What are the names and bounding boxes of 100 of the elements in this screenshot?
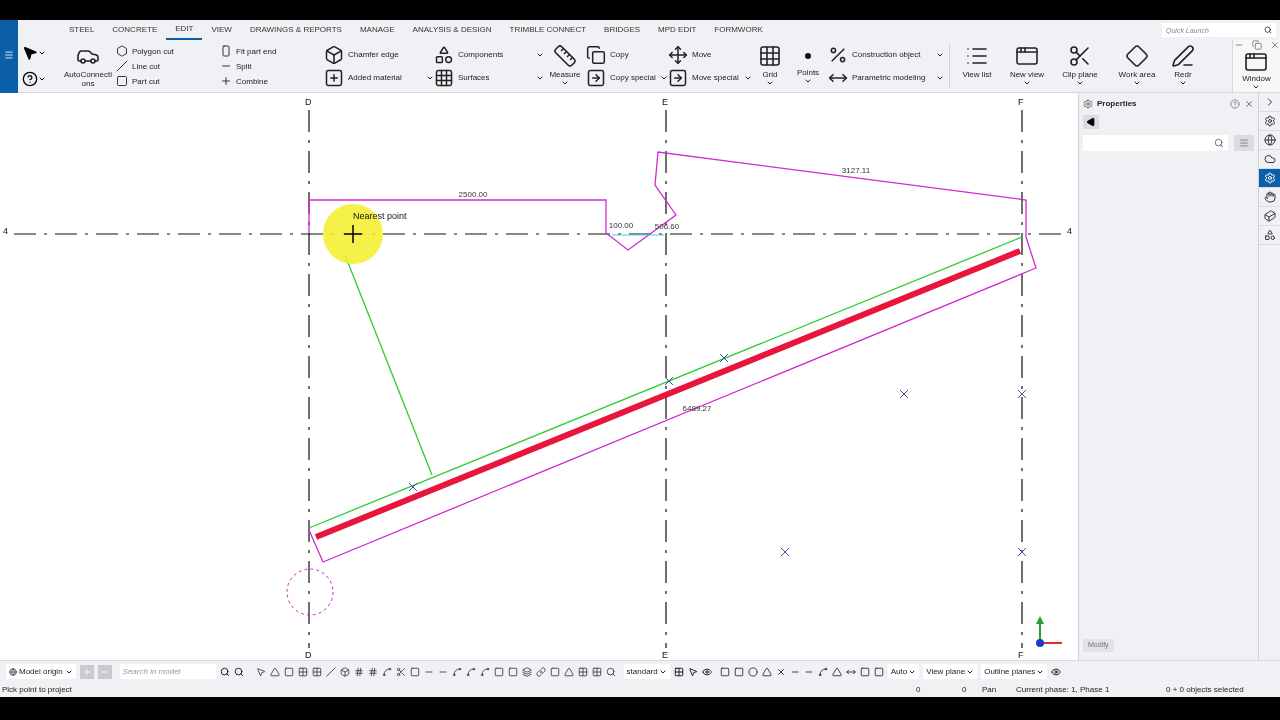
dropdown[interactable]: standard (623, 664, 670, 679)
ribbon-button[interactable]: Split (220, 60, 324, 72)
grid-label: F (1018, 650, 1024, 660)
search-icon[interactable] (219, 666, 230, 677)
dashed-circle (286, 568, 334, 616)
curve-icon[interactable] (479, 666, 490, 677)
ribbon-button[interactable]: Components (434, 44, 544, 65)
dropdown[interactable]: Model origin (6, 664, 76, 679)
side-tab[interactable] (1259, 131, 1280, 150)
ribbon-button[interactable]: Construction object (828, 44, 944, 65)
dropdown[interactable]: View plane (923, 664, 978, 679)
ribbon-button[interactable]: View list (954, 44, 1000, 79)
ribbon-tab[interactable]: FORMWORK (705, 20, 772, 40)
ribbon-tab[interactable]: TRIMBLE CONNECT (500, 20, 596, 40)
caret-icon (766, 79, 774, 87)
side-tab[interactable] (1259, 207, 1280, 226)
window-icon (1244, 50, 1269, 74)
status-prompt: Pick point to project (2, 683, 73, 696)
search-icon (1264, 26, 1272, 34)
ribbon-tab[interactable]: STEEL (60, 20, 104, 40)
back-icon[interactable] (1083, 115, 1099, 129)
side-tab[interactable] (1259, 169, 1280, 188)
line-icon[interactable] (325, 666, 336, 677)
grid-icon[interactable] (353, 666, 364, 677)
curve-icon[interactable] (465, 666, 476, 677)
ribbon-button[interactable]: Work area (1106, 44, 1168, 87)
curve-icon[interactable] (451, 666, 462, 677)
ribbon-button[interactable]: Copy special (586, 67, 668, 88)
ribbon-button[interactable]: Part cut (116, 75, 220, 87)
zoom-box-icon[interactable] (233, 666, 244, 677)
ribbon-button[interactable]: Line cut (116, 60, 220, 72)
pointer-icon[interactable] (255, 666, 266, 677)
scissors-icon[interactable] (395, 666, 406, 677)
restore-icon[interactable] (1251, 40, 1262, 50)
search-field[interactable] (1083, 135, 1228, 151)
grid-icon[interactable] (367, 666, 378, 677)
triangle-icon[interactable] (761, 666, 772, 677)
ribbon-button[interactable]: Copy (586, 44, 668, 65)
circle-icon[interactable] (747, 666, 758, 677)
settings-icon (1263, 172, 1276, 184)
caret-icon (38, 75, 46, 83)
globe-icon (1263, 134, 1276, 146)
ribbon-tab[interactable]: MPD EDIT (649, 20, 706, 40)
ribbon-button[interactable]: Points (788, 44, 828, 85)
box-icon[interactable] (339, 666, 350, 677)
eye-icon[interactable] (1051, 666, 1062, 677)
ribbon-tab[interactable]: CONCRETE (103, 20, 167, 40)
ribbon-button[interactable]: Measure (544, 44, 586, 87)
ribbon-tab[interactable]: ANALYSIS & DESIGN (403, 20, 501, 40)
search-field[interactable]: Search in model (119, 664, 216, 679)
ribbon-button[interactable]: AutoConnections (60, 44, 116, 88)
ribbon-button[interactable]: Move (668, 44, 752, 65)
eye-icon[interactable] (701, 666, 712, 677)
triangle-icon[interactable] (269, 666, 280, 677)
ribbon-button[interactable]: Chamfer edge (324, 44, 434, 65)
snap-square-icon[interactable] (549, 666, 560, 677)
rectangle-icon[interactable] (409, 666, 420, 677)
ribbon-button[interactable]: Added material (324, 67, 434, 88)
curve-icon[interactable] (381, 666, 392, 677)
caret-icon (1076, 79, 1084, 87)
ribbon-button[interactable]: Fit part end (220, 45, 324, 57)
ribbon-button[interactable]: Redr (1168, 44, 1198, 87)
ribbon-button[interactable]: Combine (220, 75, 324, 87)
grid-icon[interactable] (577, 666, 588, 677)
ribbon-tab[interactable]: DRAWINGS & REPORTS (240, 20, 351, 40)
ribbon-tab[interactable]: VIEW (202, 20, 241, 40)
ribbon-tab[interactable]: BRIDGES (595, 20, 650, 40)
square-icon[interactable] (733, 666, 744, 677)
ribbon-button[interactable]: Surfaces (434, 67, 544, 88)
close-icon[interactable] (1269, 40, 1280, 50)
plus-icon (220, 75, 232, 87)
framed-box-icon[interactable] (873, 666, 884, 677)
ribbon-tab[interactable]: MANAGE (350, 20, 404, 40)
dot-icon (805, 53, 811, 59)
point-mark (899, 389, 909, 399)
grid-icon[interactable] (591, 666, 602, 677)
ribbon-button[interactable]: Clip plane (1054, 44, 1106, 87)
curve-icon[interactable] (817, 666, 828, 677)
grid-icon (758, 44, 782, 68)
triangle-icon[interactable] (563, 666, 574, 677)
zoom-icon[interactable] (605, 666, 616, 677)
menu-icon[interactable] (4, 50, 14, 60)
cube-icon (1263, 210, 1276, 222)
select-icon[interactable] (22, 45, 38, 61)
x-icon[interactable] (775, 666, 786, 677)
dropdown[interactable]: Outline planes (981, 664, 1048, 679)
ribbon-button[interactable]: Grid (752, 44, 788, 87)
layers-icon[interactable] (521, 666, 532, 677)
pattern-icon[interactable] (673, 666, 684, 677)
ruler-icon (553, 44, 577, 68)
dropdown[interactable]: Auto (887, 664, 920, 679)
query-icon[interactable] (22, 71, 38, 87)
ribbon-button[interactable]: New view (1000, 44, 1054, 87)
link-icon[interactable] (535, 666, 546, 677)
square-icon[interactable] (283, 666, 294, 677)
ribbon-button[interactable]: Polygon cut (116, 45, 220, 57)
ribbon-button[interactable]: Move special (668, 67, 752, 88)
pointer-icon[interactable] (687, 666, 698, 677)
close-icon[interactable] (1244, 99, 1254, 109)
ribbon-button[interactable]: Parametric modeling (828, 67, 944, 88)
